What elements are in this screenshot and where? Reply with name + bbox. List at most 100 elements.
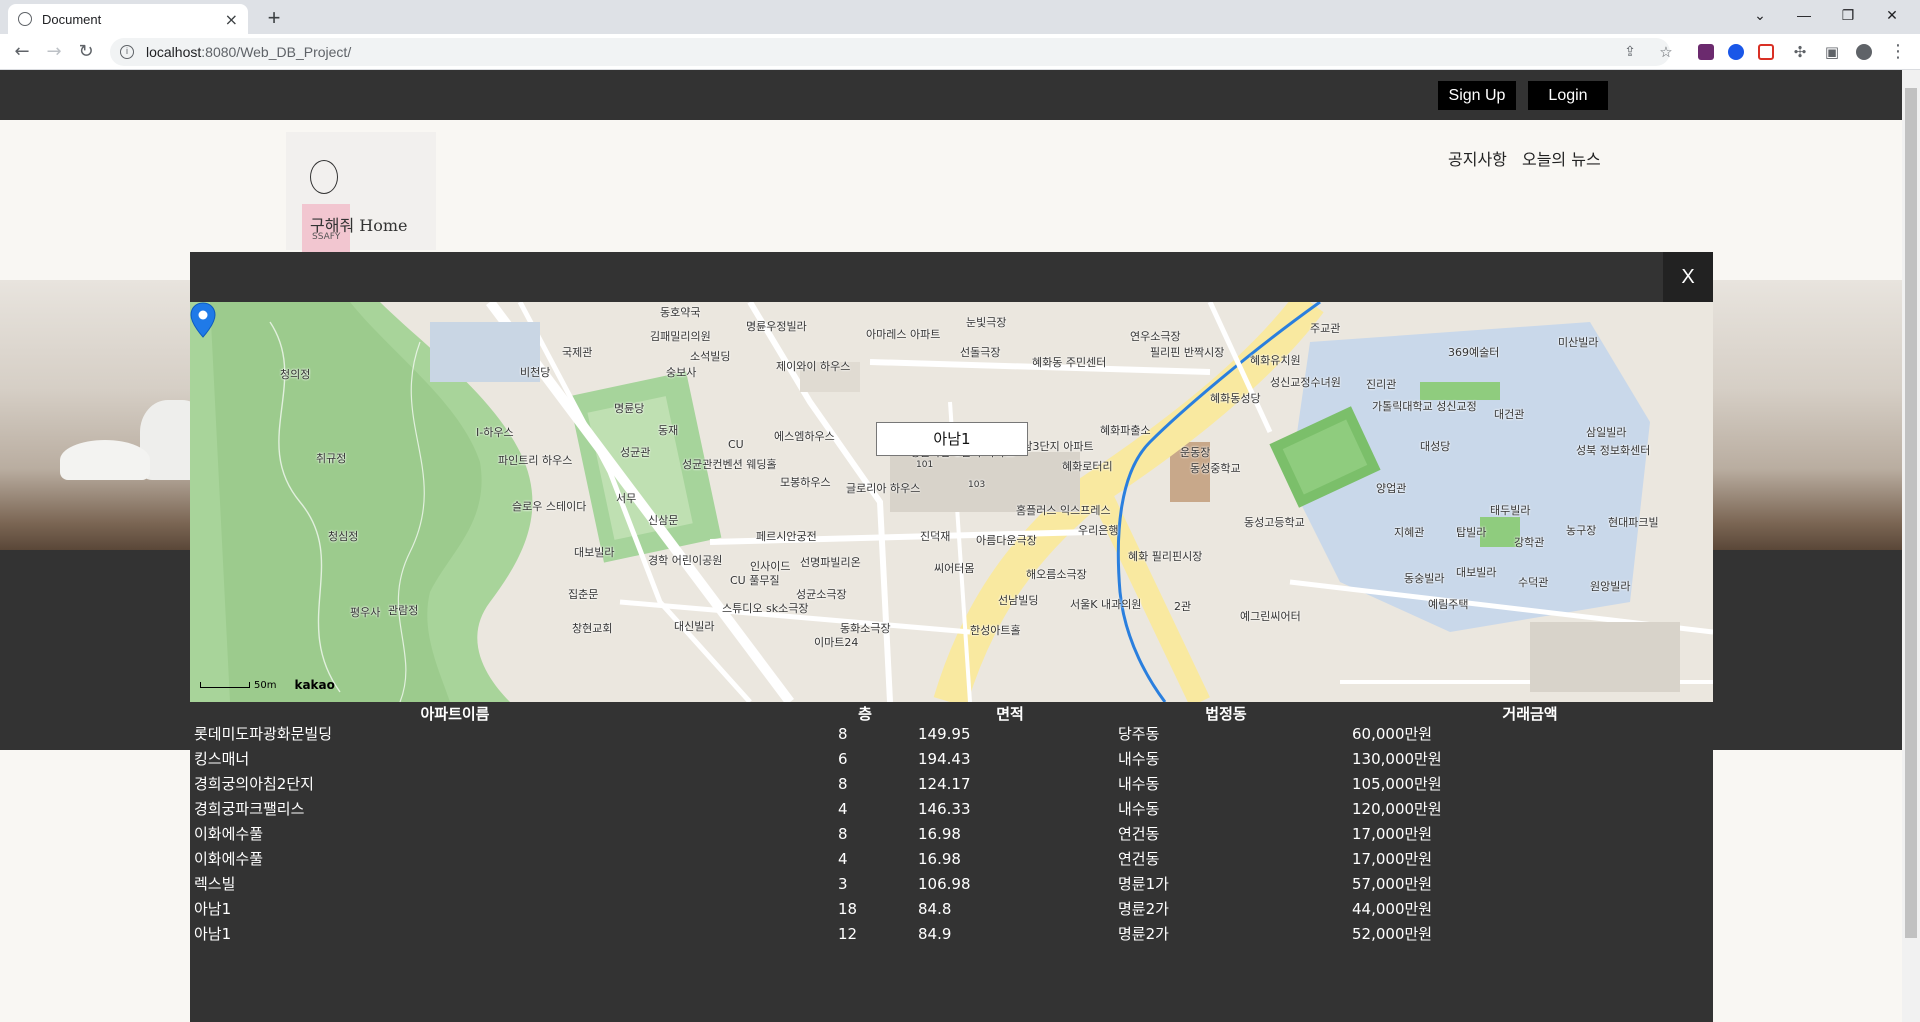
extension-icon[interactable]: [1698, 44, 1714, 60]
new-tab-button[interactable]: +: [260, 4, 288, 32]
news-link[interactable]: 오늘의 뉴스: [1522, 150, 1601, 169]
map-label: 성균관: [620, 446, 651, 459]
cell-area: 16.98: [918, 850, 961, 868]
map-label: 집춘문: [568, 588, 599, 601]
cell-floor: 3: [838, 875, 848, 893]
browser-tab[interactable]: Document ×: [8, 4, 248, 34]
table-row[interactable]: 경희궁의아침2단지 8 124.17 내수동 105,000만원: [190, 772, 1713, 797]
cell-apt-name: 렉스빌: [194, 875, 236, 893]
menu-kebab-icon[interactable]: ⋮: [1884, 38, 1912, 66]
apartment-modal: X 동호약국 김패밀리의원 명륜우정빌라 아마레스 아파트 눈빛극장 선돌극장 …: [190, 252, 1713, 1022]
address-bar[interactable]: i localhost:8080/Web_DB_Project/: [110, 38, 1670, 66]
shield-extension-icon[interactable]: [1728, 44, 1744, 60]
map-label: 혜화유치원: [1250, 354, 1301, 367]
map-label: 진리관: [1366, 378, 1397, 391]
share-icon[interactable]: ⇪: [1616, 38, 1644, 66]
table-row[interactable]: 렉스빌 3 106.98 명륜1가 57,000만원: [190, 872, 1713, 897]
map-label: 101: [916, 460, 934, 470]
map-label: I-하우스: [476, 426, 514, 439]
table-row[interactable]: 경희궁파크팰리스 4 146.33 내수동 120,000만원: [190, 797, 1713, 822]
kakao-logo[interactable]: kakao: [294, 678, 334, 692]
cell-area: 149.95: [918, 725, 971, 743]
bookmark-star-icon[interactable]: ☆: [1652, 38, 1680, 66]
site-info-icon[interactable]: i: [120, 45, 134, 59]
table-row[interactable]: 아남1 12 84.9 명륜2가 52,000만원: [190, 922, 1713, 947]
logo-subtext: SSAFY: [312, 232, 341, 242]
cell-floor: 18: [838, 900, 858, 918]
map-label: 서무: [616, 492, 637, 505]
restore-button[interactable]: ❐: [1826, 0, 1870, 30]
map-label: 동숭빌라: [1404, 572, 1445, 585]
logo-emblem-icon: [310, 160, 338, 194]
tab-close-icon[interactable]: ×: [225, 10, 238, 29]
map-label: 한성아트홀: [970, 624, 1021, 637]
cell-price: 57,000만원: [1352, 875, 1433, 893]
forward-arrow-icon[interactable]: →: [40, 38, 68, 66]
map-label: 성균관컨벤션 웨딩홀: [682, 458, 777, 471]
cell-dong: 연건동: [1118, 825, 1160, 843]
map-label: 명륜당: [614, 402, 645, 415]
tab-search-icon[interactable]: ⌄: [1738, 0, 1782, 30]
map-label: 운동장: [1180, 446, 1211, 459]
map-base-layer: [190, 302, 1713, 702]
modal-close-button[interactable]: X: [1663, 252, 1713, 302]
cell-price: 52,000만원: [1352, 925, 1433, 943]
map-label: 혜화동 주민센터: [1032, 356, 1107, 369]
side-panel-icon[interactable]: ▣: [1818, 38, 1846, 66]
url-path: :8080/Web_DB_Project/: [201, 44, 352, 60]
map-label: 숭보사: [666, 366, 697, 379]
cell-apt-name: 이화에수풀: [194, 850, 264, 868]
map-label: 103: [968, 480, 986, 490]
map-infowindow[interactable]: 아남1: [876, 422, 1028, 456]
notice-link[interactable]: 공지사항: [1448, 150, 1507, 169]
cell-area: 84.9: [918, 925, 952, 943]
map-label: CU: [728, 438, 744, 451]
map-label: 아마레스 아파트: [866, 328, 941, 341]
kakao-map[interactable]: 동호약국 김패밀리의원 명륜우정빌라 아마레스 아파트 눈빛극장 선돌극장 혜화…: [190, 302, 1713, 702]
table-row[interactable]: 롯데미도파광화문빌딩 8 149.95 당주동 60,000만원: [190, 722, 1713, 747]
map-label: 선명파빌리온: [800, 556, 861, 569]
map-label: 제이와이 하우스: [776, 360, 851, 373]
login-button[interactable]: Login: [1528, 81, 1608, 110]
table-row[interactable]: 아남1 18 84.8 명륜2가 44,000만원: [190, 897, 1713, 922]
cell-floor: 8: [838, 725, 848, 743]
cell-price: 17,000만원: [1352, 825, 1433, 843]
map-label: 2관: [1174, 600, 1192, 613]
cell-area: 124.17: [918, 775, 971, 793]
map-label: 혜화로터리: [1062, 460, 1113, 473]
reload-icon[interactable]: ↻: [72, 38, 100, 66]
table-row[interactable]: 이화에수풀 8 16.98 연건동 17,000만원: [190, 822, 1713, 847]
map-label: 우리은행: [1078, 524, 1119, 537]
map-label: 취규정: [316, 452, 347, 465]
scale-bar: [200, 682, 250, 688]
signup-button[interactable]: Sign Up: [1438, 81, 1516, 110]
close-window-button[interactable]: ✕: [1870, 0, 1914, 30]
map-label: 해오름소극장: [1026, 568, 1087, 581]
cell-floor: 6: [838, 750, 848, 768]
cell-dong: 내수동: [1118, 750, 1160, 768]
globe-icon: [18, 12, 32, 26]
profile-avatar-icon[interactable]: [1856, 44, 1872, 60]
cell-price: 105,000만원: [1352, 775, 1442, 793]
map-label: 선남빌딩: [998, 594, 1039, 607]
page-scrollbar[interactable]: [1902, 70, 1920, 1022]
map-label: 모봉하우스: [780, 476, 831, 489]
map-label: 씨어터몸: [934, 562, 975, 575]
map-label: 성북 정보화센터: [1576, 444, 1651, 457]
scrollbar-thumb[interactable]: [1905, 88, 1917, 938]
map-label: 신삼문: [648, 514, 679, 527]
map-label: 글로리아 하우스: [846, 482, 921, 495]
top-nav-bar: Sign Up Login: [0, 70, 1902, 120]
map-pin-icon[interactable]: [190, 302, 216, 338]
map-label: 진덕재: [920, 530, 951, 543]
minimize-button[interactable]: —: [1782, 0, 1826, 30]
table-row[interactable]: 이화에수풀 4 16.98 연건동 17,000만원: [190, 847, 1713, 872]
puzzle-extensions-icon[interactable]: ✣: [1786, 38, 1814, 66]
back-arrow-icon[interactable]: ←: [8, 38, 36, 66]
map-label: 예림주택: [1428, 598, 1469, 611]
colorpick-extension-icon[interactable]: [1758, 44, 1774, 60]
table-row[interactable]: 킹스매너 6 194.43 내수동 130,000만원: [190, 747, 1713, 772]
map-label: 대신빌라: [674, 620, 715, 633]
cell-apt-name: 이화에수풀: [194, 825, 264, 843]
site-logo[interactable]: 구해줘 Home SSAFY: [286, 132, 436, 254]
